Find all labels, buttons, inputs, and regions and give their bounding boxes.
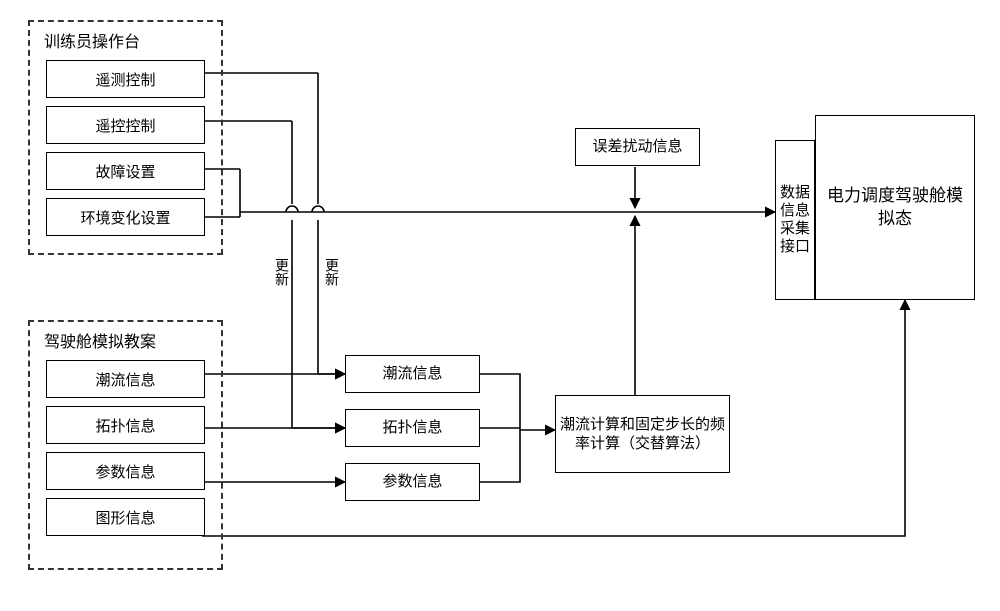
group-trainer-console: 训练员操作台 遥测控制 遥控控制 故障设置 环境变化设置 [28,20,223,255]
group-trainer-console-title: 训练员操作台 [40,28,211,52]
label-update-left: 更新 [272,258,292,286]
item-plan-graphic: 图形信息 [46,498,205,536]
mid-topology-info: 拓扑信息 [345,409,480,447]
item-plan-param: 参数信息 [46,452,205,490]
item-fault-setting: 故障设置 [46,152,205,190]
calc-box: 潮流计算和固定步长的频率计算（交替算法） [555,395,730,473]
item-telemetry-control: 遥测控制 [46,60,205,98]
group-cockpit-plan: 驾驶舱模拟教案 潮流信息 拓扑信息 参数信息 图形信息 [28,320,223,570]
group-cockpit-plan-title: 驾驶舱模拟教案 [40,328,211,352]
item-plan-topology: 拓扑信息 [46,406,205,444]
item-plan-flow: 潮流信息 [46,360,205,398]
error-disturbance-box: 误差扰动信息 [575,128,700,166]
flowchart-diagram: 训练员操作台 遥测控制 遥控控制 故障设置 环境变化设置 驾驶舱模拟教案 潮流信… [0,0,1000,611]
data-interface-label: 数据信息采集接口 [780,184,810,256]
data-interface-box: 数据信息采集接口 [775,140,815,300]
mid-flow-info: 潮流信息 [345,355,480,393]
item-remote-control: 遥控控制 [46,106,205,144]
sim-state-box: 电力调度驾驶舱模拟态 [815,115,975,300]
label-update-right: 更新 [322,258,342,286]
mid-param-info: 参数信息 [345,463,480,501]
item-env-change-setting: 环境变化设置 [46,198,205,236]
